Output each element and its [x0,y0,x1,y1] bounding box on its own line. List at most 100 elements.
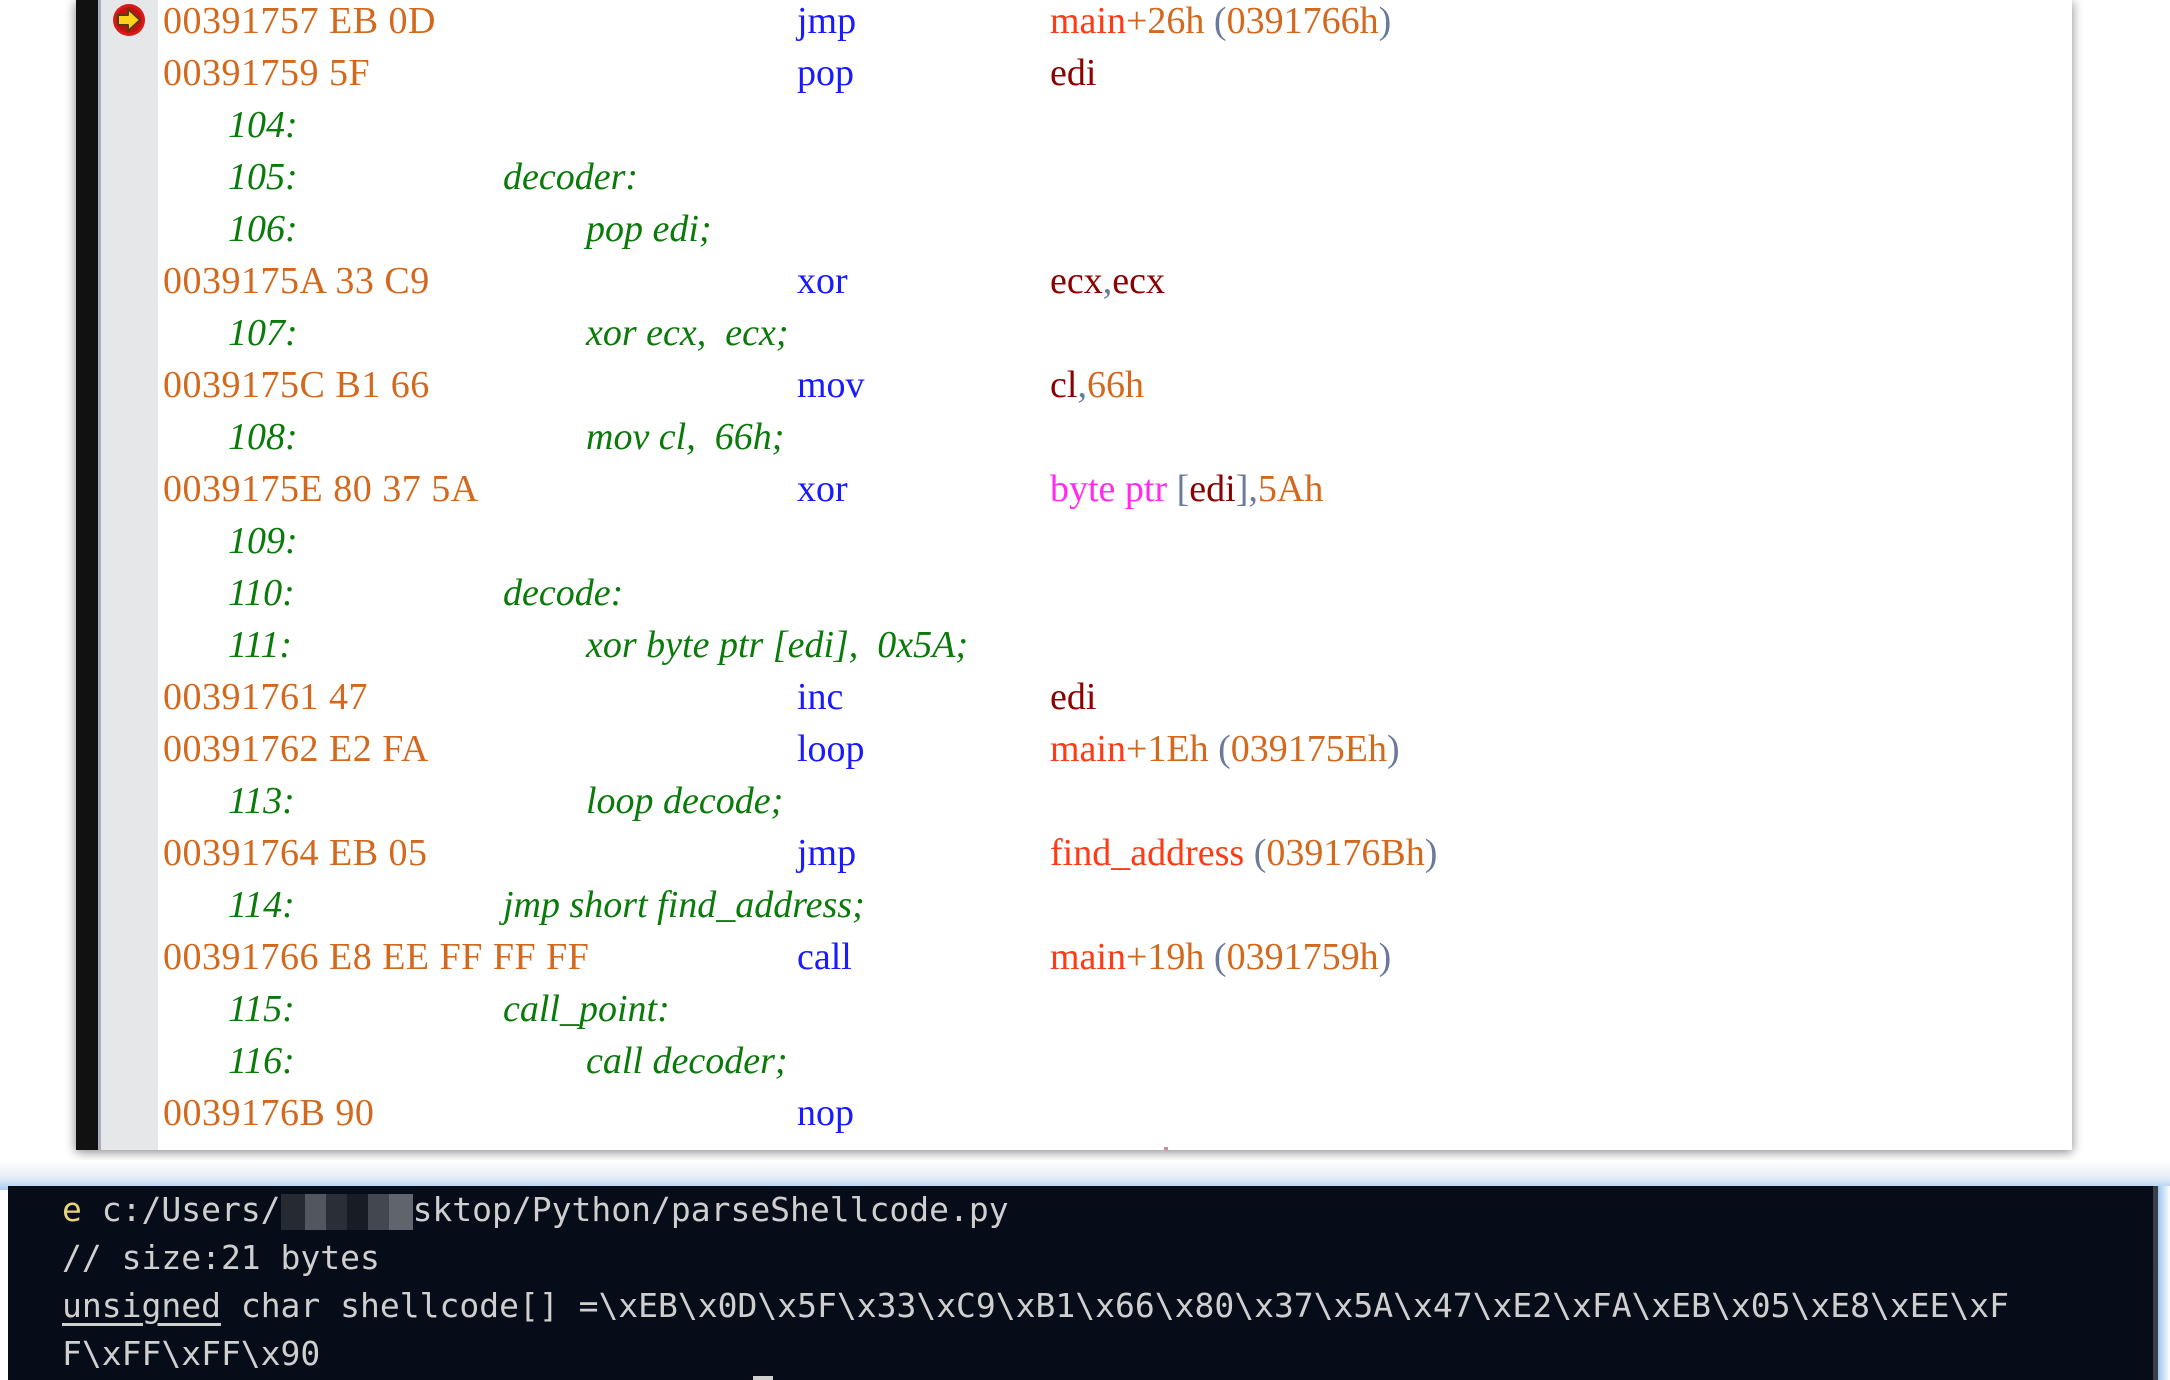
disasm-instruction-row[interactable]: 00391759 5F pop edi [76,47,2072,99]
source-line-row[interactable]: 107: xor ecx, ecx; [76,307,2072,359]
terminal-cursor [753,1376,773,1380]
disasm-instruction-row[interactable]: 00391762 E2 FA loop main+1Eh (039175Eh) [76,723,2072,775]
terminal-panel[interactable]: e c:/Users/sktop/Python/parseShellcode.p… [8,1186,2158,1380]
source-line-row[interactable]: 115: call_point: [76,983,2072,1035]
operand-token-punc: ], [1235,468,1258,510]
source-line-number: 109: [228,520,298,562]
terminal-focus-glow-right [2158,1186,2170,1380]
disasm-instruction-row[interactable]: 00391761 47 inc edi [76,671,2072,723]
source-line-row[interactable]: 116: call decoder; [76,1035,2072,1087]
operand-token-punc: ( [1253,832,1267,874]
operand-token-sym: main [1050,728,1126,770]
instruction-operands: cl,66h [1050,359,1144,411]
disasm-instruction-row[interactable]: 00391764 EB 05 jmp find_address (039176Bh) [76,827,2072,879]
operand-token-sym: main [1050,936,1126,978]
terminal-output-shellcode-cont: F\xFF\xFF\x90 [62,1334,321,1373]
instruction-mnemonic: jmp [797,832,857,874]
operand-token-reg: ecx [1050,260,1103,302]
terminal-output-size: // size:21 bytes [62,1238,380,1277]
instruction-mnemonic: jmp [797,0,857,42]
instruction-mnemonic: xor [797,260,848,302]
source-line-row[interactable]: 114: jmp short find_address; [76,879,2072,931]
instruction-operands: edi [1050,671,1096,723]
operand-token-punc: , [1102,260,1113,302]
source-line-number: 115: [228,988,295,1030]
instruction-address-bytes: 00391762 E2 FA [163,728,429,770]
instruction-operands: byte ptr [edi],5Ah [1050,463,1323,515]
source-line-number: 116: [228,1040,295,1082]
instruction-operands: find_address (039176Bh) [1050,827,1437,879]
source-line-text: jmp short find_address; [503,884,865,926]
command-path-end: sktop/Python/parseShellcode.py [412,1190,1009,1229]
operand-token-plain [1204,936,1214,978]
disasm-instruction-row[interactable]: 0039175A 33 C9 xor ecx,ecx [76,255,2072,307]
command-path-start: c:/Users/ [81,1190,281,1229]
operand-token-num: +26h [1125,0,1205,42]
operand-token-punc: , [1077,364,1087,406]
source-line-text: pop edi; [586,208,712,250]
disasm-instruction-row[interactable]: 00391757 EB 0D jmp main+26h (0391766h) [76,0,2072,47]
operand-token-punc: ( [1213,936,1227,978]
source-line-text: decode: [503,572,624,614]
instruction-mnemonic: call [797,936,852,978]
source-line-text: decoder: [503,156,639,198]
operand-token-punc: ) [1378,936,1392,978]
source-line-number: 111: [228,624,293,666]
source-line-row[interactable]: 108: mov cl, 66h; [76,411,2072,463]
source-line-number: 108: [228,416,298,458]
source-line-text: call_point: [503,988,670,1030]
operand-token-plain [1244,832,1254,874]
operand-token-sym: find_address [1050,832,1245,874]
operand-token-punc: [ [1176,468,1190,510]
instruction-operands: main+1Eh (039175Eh) [1050,723,1400,775]
source-line-number: 104: [228,104,298,146]
operand-token-punc: ( [1218,728,1231,770]
source-line-number: 110: [228,572,295,614]
source-line-row[interactable]: 110: decode: [76,567,2072,619]
disassembly-window: 00391757 EB 0D jmp main+26h (0391766h) 0039… [76,0,2072,1150]
operand-token-kw: byte ptr [1050,468,1168,510]
instruction-address-bytes: 0039176B 90 [163,1092,375,1134]
source-line-row[interactable]: 111: xor byte ptr [edi], 0x5A; [76,619,2072,671]
disasm-instruction-row[interactable]: 0039175C B1 66 mov cl,66h [76,359,2072,411]
instruction-operands: ecx,ecx [1050,255,1165,307]
instruction-address-bytes: 0039175E 80 37 5A [163,468,479,510]
operand-token-plain [1209,728,1219,770]
instruction-address-bytes: 00391757 EB 0D [163,0,436,42]
source-line-row[interactable]: 113: loop decode; [76,775,2072,827]
instruction-mnemonic: loop [797,728,865,770]
source-line-row[interactable]: 106: pop edi; [76,203,2072,255]
instruction-mnemonic: mov [797,364,865,406]
shellcode-bytes: char shellcode[] =\xEB\x0D\x5F\x33\xC9\x… [220,1286,2010,1325]
operand-token-reg: ecx [1112,260,1165,302]
disasm-instruction-row[interactable]: 00391766 E8 EE FF FF FF call main+19h (039… [76,931,2072,983]
source-line-number: 107: [228,312,298,354]
source-line-row[interactable]: 105: decoder: [76,151,2072,203]
operand-token-punc: ) [1387,728,1400,770]
operand-token-num: 039175Eh [1230,728,1388,770]
instruction-operands: main+26h (0391766h) [1050,0,1391,47]
operand-token-reg: edi [1050,676,1097,718]
disasm-instruction-row[interactable]: 0039176B 90 nop [76,1087,2072,1139]
operand-token-num: 0391759h [1226,936,1379,978]
operand-token-num: 0391766h [1226,0,1379,42]
source-line-row[interactable]: 104: [76,99,2072,151]
redacted-username [280,1193,413,1230]
instruction-address-bytes: 00391766 E8 EE FF FF FF [163,936,590,978]
instruction-address-bytes: 00391761 47 [163,676,368,718]
source-line-row[interactable]: 109: [76,515,2072,567]
disasm-instruction-row[interactable]: 0039175E 80 37 5A xor byte ptr [edi],5Ah [76,463,2072,515]
source-line-number: 105: [228,156,298,198]
operand-token-num: +19h [1125,936,1205,978]
source-line-text: xor byte ptr [edi], 0x5A; [586,624,969,666]
operand-token-punc: ( [1213,0,1227,42]
instruction-mnemonic: inc [797,676,844,718]
instruction-address-bytes: 0039175C B1 66 [163,364,430,406]
unsigned-keyword: unsigned [62,1286,221,1325]
instruction-operands: main+19h (0391759h) [1050,931,1391,983]
instruction-address-bytes: 0039175A 33 C9 [163,260,430,302]
terminal-scrollbar[interactable] [2153,1186,2158,1380]
operand-token-num: +1Eh [1125,728,1209,770]
operand-token-sym: main [1050,0,1126,42]
instruction-address-bytes: 00391764 EB 05 [163,832,428,874]
